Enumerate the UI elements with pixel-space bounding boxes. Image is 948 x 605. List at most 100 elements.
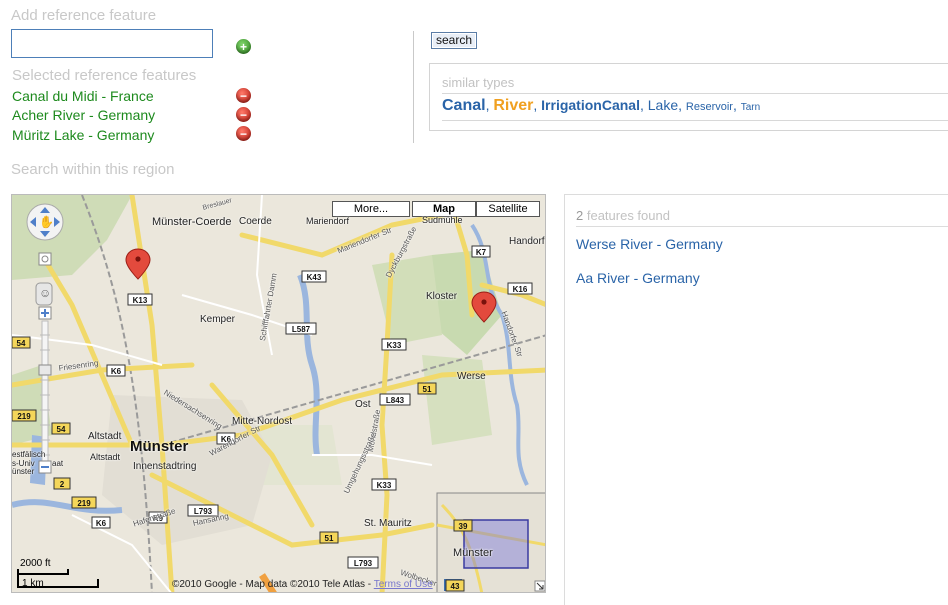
map-place-label: Kloster — [426, 291, 458, 302]
similar-type-link[interactable]: Lake — [648, 97, 678, 113]
map-place-label: Münster — [453, 547, 493, 559]
divider — [442, 93, 948, 94]
road-badge-label: K13 — [133, 296, 148, 305]
map-type-more-button[interactable]: More... — [332, 201, 410, 217]
copyright-text: ©2010 Google - Map data ©2010 Tele Atlas… — [172, 579, 372, 590]
road-badge: K16 — [507, 282, 533, 295]
results-panel: 2 features found Werse River - Germany A… — [564, 194, 948, 605]
road-badge: K33 — [381, 338, 407, 351]
map-place-label: Altstadt — [88, 431, 122, 442]
road-badge: K33 — [371, 478, 397, 491]
pan-control[interactable]: ✋ — [26, 204, 64, 242]
results-count: 2 features found — [576, 208, 670, 223]
road-badge-label: 39 — [459, 522, 468, 531]
road-badge: 54 — [12, 336, 31, 349]
selected-feature-item: Müritz Lake - Germany — [12, 127, 155, 143]
map-view[interactable]: K13 K43 K7 K16 L587 K33 K6 L843 51 K6 54 219 K33 K6 K9… — [11, 194, 546, 593]
road-badge: 2 — [53, 477, 71, 490]
road-badge-label: 51 — [423, 385, 432, 394]
zoom-out-button[interactable] — [39, 461, 51, 473]
add-reference-title: Add reference feature — [11, 7, 157, 24]
road-badge: K43 — [301, 270, 327, 283]
road-badge: 51 — [417, 382, 437, 395]
road-badge-label: 54 — [17, 339, 26, 348]
scale-km-label: 1 km — [22, 578, 44, 589]
road-badge: 54 — [51, 422, 71, 435]
map-place-label: estfälisch — [12, 450, 46, 459]
vertical-divider — [413, 31, 414, 143]
selected-feature-item: Canal du Midi - France — [12, 88, 154, 104]
map-place-label: Münster-Coerde — [152, 216, 232, 228]
divider — [576, 226, 948, 227]
zoom-reset-button[interactable] — [39, 253, 51, 265]
hand-icon: ✋ — [39, 215, 54, 229]
road-badge-label: L587 — [292, 325, 311, 334]
reference-feature-input[interactable] — [11, 29, 213, 58]
similar-types-title: similar types — [442, 75, 515, 90]
selected-feature-item: Acher River - Germany — [12, 107, 156, 123]
map-copyright: ©2010 Google - Map data ©2010 Tele Atlas… — [172, 579, 433, 590]
remove-feature-button[interactable]: − — [236, 88, 251, 103]
road-badge: K13 — [127, 293, 153, 306]
road-badge-label: K33 — [377, 481, 392, 490]
road-badge: 219 — [71, 496, 97, 509]
map-canvas[interactable]: K13K43K7K16L587K33K6L84351K654219K33K6K9… — [12, 195, 546, 593]
map-place-label: Münster — [130, 438, 189, 455]
similar-type-link[interactable]: Reservoir — [686, 101, 733, 113]
map-place-label: Sudmühle — [422, 215, 463, 225]
map-place-label: Ost — [355, 399, 371, 410]
results-count-text: features found — [583, 208, 670, 223]
selected-features-title: Selected reference features — [12, 67, 197, 84]
zoom-slider-handle[interactable] — [39, 365, 51, 375]
road-badge-label: K16 — [513, 285, 528, 294]
road-badge-label: K43 — [307, 273, 322, 282]
road-badge: K6 — [106, 364, 126, 377]
map-place-label: Mitte-Nordost — [232, 416, 293, 427]
road-badge: L843 — [379, 393, 411, 406]
road-badge-label: 54 — [57, 425, 66, 434]
map-place-label: Mariendorf — [306, 216, 350, 226]
road-badge: 219 — [12, 409, 37, 422]
road-badge-label: L793 — [354, 559, 373, 568]
road-badge-label: 2 — [60, 480, 65, 489]
road-badge: 43 — [445, 579, 465, 592]
similar-type-link[interactable]: IrrigationCanal — [541, 97, 640, 113]
road-badge-label: 219 — [17, 412, 31, 421]
add-reference-button[interactable]: + — [236, 39, 251, 54]
similar-type-link[interactable]: River — [493, 97, 533, 114]
divider — [442, 120, 948, 121]
plus-circle-icon: + — [239, 39, 247, 54]
road-badge-label: 51 — [325, 534, 334, 543]
type-separator: , — [533, 97, 542, 113]
map-place-label: St. Mauritz — [364, 518, 412, 529]
type-separator: , — [732, 97, 741, 113]
zoom-in-button[interactable] — [39, 307, 51, 319]
map-type-satellite-button[interactable]: Satellite — [476, 201, 540, 217]
minus-circle-icon: − — [239, 126, 247, 141]
road-badge-label: K7 — [476, 248, 487, 257]
remove-feature-button[interactable]: − — [236, 107, 251, 122]
road-badge-label: K33 — [387, 341, 402, 350]
road-badge-label: 219 — [77, 499, 91, 508]
road-badge: L587 — [285, 322, 317, 335]
result-link[interactable]: Aa River - Germany — [576, 270, 700, 286]
map-place-label: aat — [52, 459, 64, 468]
road-badge-label: L843 — [386, 396, 405, 405]
road-badge: 51 — [319, 531, 339, 544]
road-badge: K7 — [471, 245, 491, 258]
road-badge: L793 — [347, 556, 379, 569]
minus-circle-icon: − — [239, 88, 247, 103]
pegman-icon: ☺ — [39, 286, 52, 300]
remove-feature-button[interactable]: − — [236, 126, 251, 141]
map-place-label: ünster — [12, 467, 35, 476]
result-link[interactable]: Werse River - Germany — [576, 236, 723, 252]
search-button[interactable]: search — [431, 32, 478, 49]
street-view-pegman[interactable]: ☺ — [36, 283, 52, 305]
similar-types-panel: similar types Canal, River, IrrigationCa… — [429, 63, 948, 131]
terms-of-use-link[interactable]: Terms of Use — [374, 579, 433, 590]
similar-type-link[interactable]: Tarn — [741, 102, 760, 113]
similar-types-list: Canal, River, IrrigationCanal, Lake, Res… — [442, 97, 760, 115]
minus-circle-icon: − — [239, 107, 247, 122]
type-separator: , — [639, 97, 648, 113]
similar-type-link[interactable]: Canal — [442, 97, 486, 114]
